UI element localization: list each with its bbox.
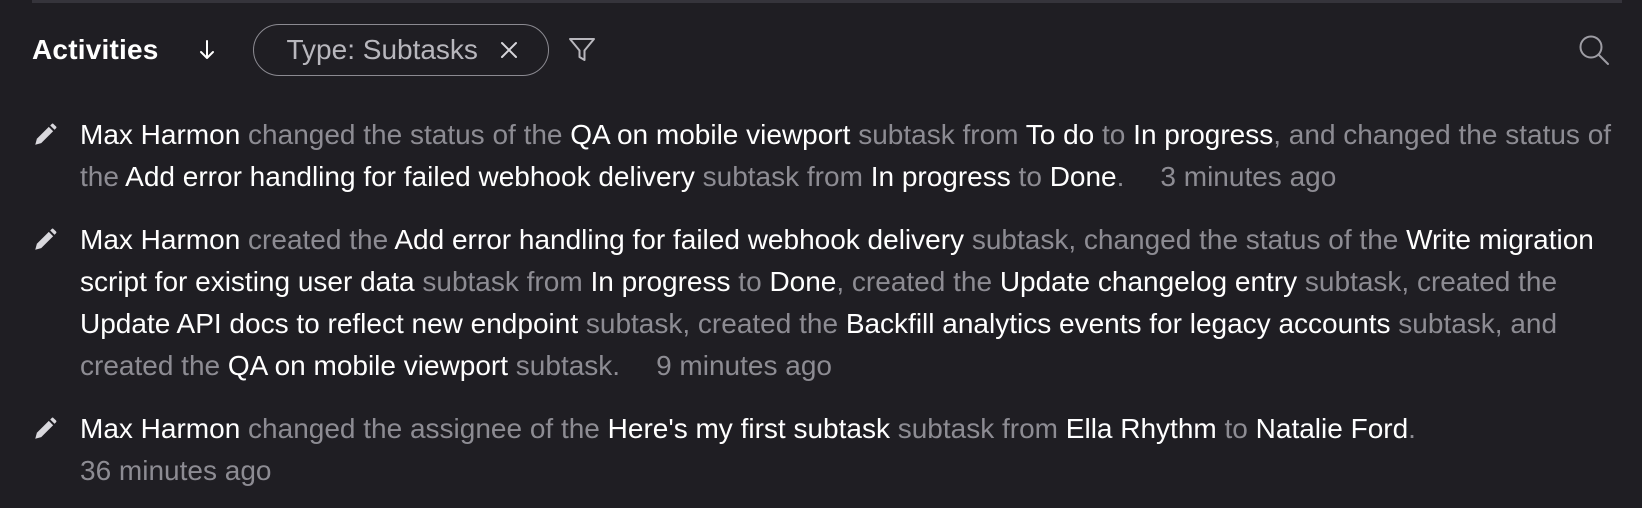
pencil-icon [35, 123, 57, 145]
filter-button[interactable] [565, 33, 599, 67]
activity-reference: Update changelog entry [999, 266, 1298, 297]
filter-icon [568, 38, 595, 61]
activity-timestamp: 3 minutes ago [1160, 161, 1337, 192]
search-icon [1579, 35, 1609, 65]
activity-reference: To do [1025, 119, 1095, 150]
activity-reference: Add error handling for failed webhook de… [394, 224, 965, 255]
filter-chip-type[interactable]: Type: Subtasks [252, 24, 549, 76]
activity-entry: Max Harmon changed the status of the QA … [32, 114, 1612, 198]
activity-text: Max Harmon changed the assignee of the H… [80, 413, 1612, 492]
search-button[interactable] [1576, 32, 1612, 68]
activity-reference: In progress [870, 161, 1011, 192]
activities-title: Activities [32, 34, 159, 65]
activity-connector-text: subtask from [889, 413, 1066, 444]
activity-connector-text: subtask from [694, 161, 871, 192]
activity-connector-text: subtask, created the [1297, 266, 1558, 297]
activity-reference: Done [1049, 161, 1117, 192]
activity-reference: QA on mobile viewport [227, 350, 509, 381]
activity-reference: Here's my first subtask [607, 413, 890, 444]
activity-connector-text: subtask. [508, 350, 621, 381]
activity-reference: Backfill analytics events for legacy acc… [845, 308, 1391, 339]
activity-reference: Natalie Ford [1255, 413, 1409, 444]
arrow-down-icon [199, 40, 214, 59]
activity-entry: Max Harmon changed the assignee of the H… [32, 408, 1612, 492]
activity-reference: Ella Rhythm [1065, 413, 1217, 444]
activity-connector-text: subtask, changed the status of the [964, 224, 1407, 255]
activity-reference: Max Harmon [80, 413, 241, 444]
activity-reference: Update API docs to reflect new endpoint [80, 308, 579, 339]
activity-connector-text: to [1216, 413, 1256, 444]
activities-header: Activities Type: Subtasks [32, 24, 1612, 76]
remove-filter-button[interactable] [498, 39, 520, 61]
activity-connector-text: , created the [836, 266, 1000, 297]
activity-timestamp: 36 minutes ago [80, 455, 272, 486]
activity-connector-text: subtask from [414, 266, 591, 297]
activity-reference: In progress [1133, 119, 1274, 150]
activity-connector-text: changed the status of the [240, 119, 571, 150]
activity-reference: Add error handling for failed webhook de… [125, 161, 695, 192]
activity-connector-text: changed the assignee of the [240, 413, 608, 444]
activity-feed: Max Harmon changed the status of the QA … [32, 114, 1612, 492]
activity-reference: In progress [590, 266, 731, 297]
activity-connector-text: . [1116, 161, 1125, 192]
pencil-icon [35, 417, 57, 439]
activity-connector-text: . [1408, 413, 1416, 444]
pencil-icon [35, 228, 57, 250]
activity-connector-text: to [1010, 161, 1050, 192]
activity-connector-text: to [1094, 119, 1134, 150]
activity-connector-text: subtask from [850, 119, 1026, 150]
activity-text: Max Harmon created the Add error handlin… [80, 224, 1594, 381]
activity-reference: QA on mobile viewport [570, 119, 851, 150]
activity-text: Max Harmon changed the status of the QA … [80, 119, 1611, 192]
activity-entry: Max Harmon created the Add error handlin… [32, 219, 1612, 387]
activity-connector-text: created the [240, 224, 395, 255]
activity-timestamp: 9 minutes ago [656, 350, 832, 381]
filter-chip-label: Type: Subtasks [286, 34, 478, 65]
activity-connector-text: to [730, 266, 770, 297]
top-divider [32, 0, 1622, 3]
sort-direction-button[interactable] [195, 36, 219, 64]
activity-connector-text: subtask, created the [578, 308, 846, 339]
close-icon [500, 42, 517, 58]
activity-reference: Max Harmon [80, 119, 241, 150]
activity-reference: Max Harmon [80, 224, 241, 255]
activity-reference: Done [769, 266, 837, 297]
